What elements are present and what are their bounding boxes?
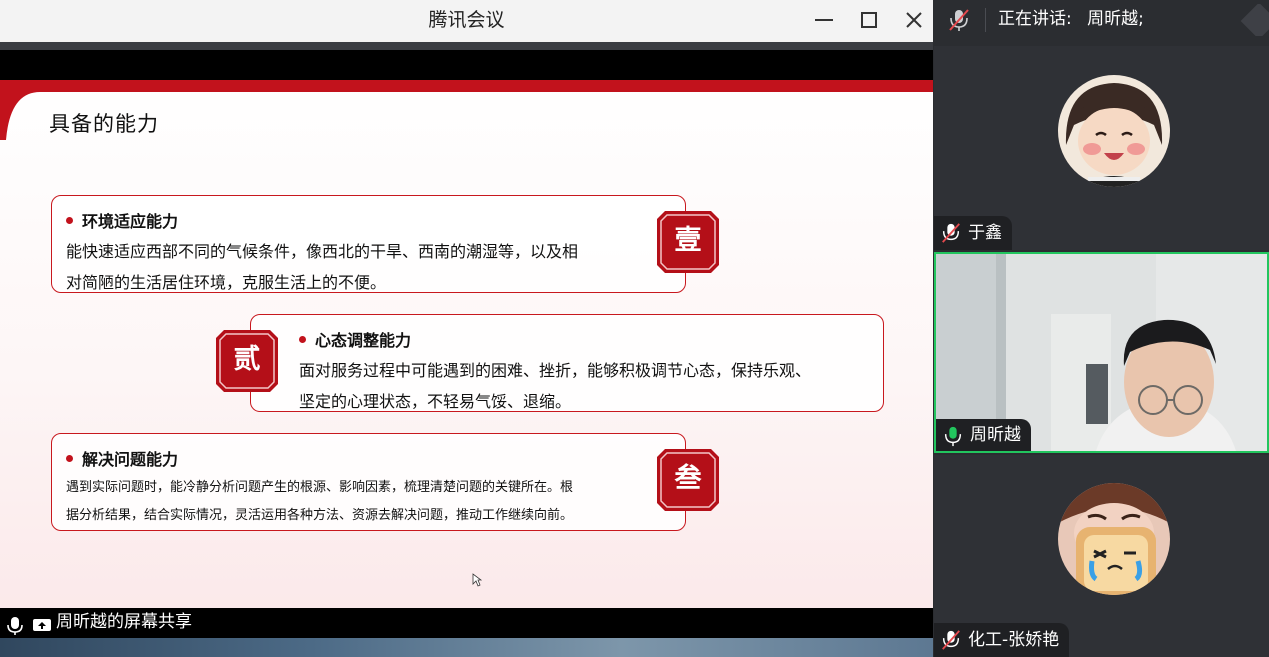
minimize-button[interactable] bbox=[806, 4, 842, 36]
bullet-dot bbox=[299, 336, 306, 343]
badge-label: 贰 bbox=[233, 344, 261, 375]
speaking-label: 正在讲话: bbox=[998, 9, 1072, 29]
mic-button[interactable] bbox=[6, 616, 24, 640]
speaker-name: 周昕越; bbox=[1087, 9, 1144, 29]
badge-2: 贰 bbox=[214, 328, 280, 394]
mic-icon bbox=[7, 617, 23, 635]
participant-nametag: 周昕越 bbox=[936, 419, 1031, 451]
mic-muted-icon bbox=[949, 9, 969, 31]
card-text-line: 能快速适应西部不同的气候条件，像西北的干旱、西南的潮湿等，以及相 bbox=[66, 242, 579, 261]
screen-share-button[interactable] bbox=[32, 617, 52, 639]
mic-muted-icon bbox=[942, 223, 960, 243]
toolbar-strip bbox=[0, 42, 933, 50]
mic-muted-icon bbox=[942, 630, 960, 650]
mute-toggle-button[interactable] bbox=[947, 8, 971, 36]
participant-nametag: 化工-张娇艳 bbox=[934, 623, 1070, 657]
maximize-icon bbox=[861, 12, 877, 28]
slide-corner-decoration bbox=[0, 80, 40, 140]
card-heading: 心态调整能力 bbox=[315, 331, 412, 350]
badge-label: 壹 bbox=[674, 225, 702, 256]
participant-name: 化工-张娇艳 bbox=[968, 630, 1060, 650]
desktop-background-strip bbox=[0, 638, 933, 657]
participant-name: 于鑫 bbox=[968, 223, 1002, 243]
screen-share-label: 周昕越的屏幕共享 bbox=[56, 612, 192, 632]
card-text-line: 坚定的心理状态，不轻易气馁、退缩。 bbox=[299, 392, 572, 411]
mic-icon bbox=[944, 426, 962, 447]
screen-share-icon bbox=[33, 619, 51, 631]
bullet-dot bbox=[66, 217, 73, 224]
minimize-icon bbox=[815, 19, 833, 21]
close-icon bbox=[906, 12, 922, 28]
close-button[interactable] bbox=[896, 4, 932, 36]
card-text-line: 据分析结果，结合实际情况，灵活运用各种方法、资源去解决问题，推动工作继续向前。 bbox=[66, 508, 574, 523]
card-text-line: 遇到实际问题时，能冷静分析问题产生的根源、影响因素，梳理清楚问题的关键所在。根 bbox=[66, 480, 574, 495]
ability-card-1: 环境适应能力 能快速适应西部不同的气候条件，像西北的干旱、西南的潮湿等，以及相 … bbox=[51, 195, 686, 293]
ability-card-2: 心态调整能力 面对服务过程中可能遇到的困难、挫折，能够积极调节心态，保持乐观、 … bbox=[250, 314, 884, 412]
header-divider bbox=[985, 8, 986, 32]
card-text-line: 对简陋的生活居住环境，克服生活上的不便。 bbox=[66, 273, 387, 292]
participant-avatar bbox=[1058, 75, 1170, 187]
cursor-icon bbox=[472, 573, 482, 587]
participant-avatar bbox=[1058, 483, 1170, 595]
badge-3: 叁 bbox=[655, 447, 721, 513]
maximize-button[interactable] bbox=[851, 4, 887, 36]
card-heading: 解决问题能力 bbox=[82, 450, 179, 469]
slide-red-band bbox=[0, 80, 933, 92]
panel-corner-decoration bbox=[1238, 4, 1269, 36]
badge-label: 叁 bbox=[674, 463, 702, 494]
shared-screen: 具备的能力 环境适应能力 能快速适应西部不同的气候条件，像西北的干旱、西南的潮湿… bbox=[0, 50, 933, 608]
card-text-line: 面对服务过程中可能遇到的困难、挫折，能够积极调节心态，保持乐观、 bbox=[299, 361, 812, 380]
bullet-dot bbox=[66, 455, 73, 462]
participant-nametag: 于鑫 bbox=[934, 216, 1012, 250]
badge-1: 壹 bbox=[655, 209, 721, 275]
participant-name: 周昕越 bbox=[970, 425, 1021, 445]
card-heading: 环境适应能力 bbox=[82, 212, 179, 231]
ability-card-3: 解决问题能力 遇到实际问题时，能冷静分析问题产生的根源、影响因素，梳理清楚问题的… bbox=[51, 433, 686, 531]
slide-title: 具备的能力 bbox=[49, 112, 159, 136]
window-title: 腾讯会议 bbox=[428, 9, 505, 31]
